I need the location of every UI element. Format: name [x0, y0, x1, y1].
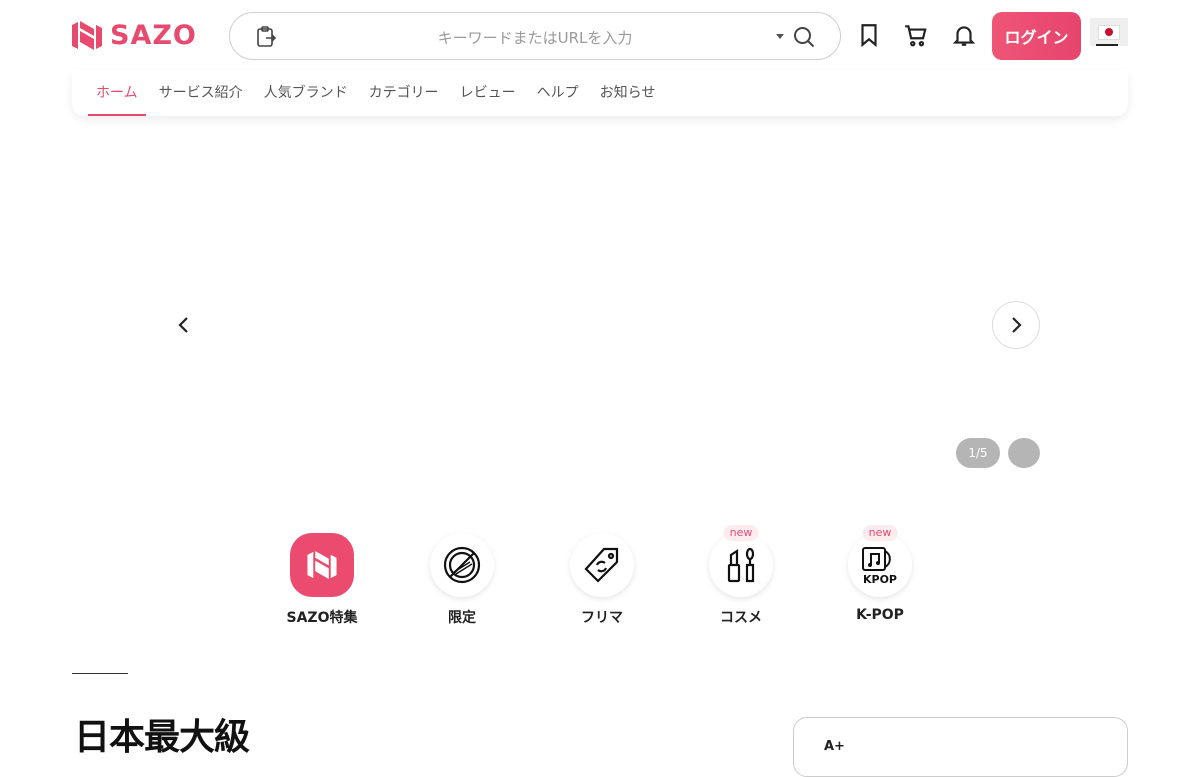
category-limited[interactable]: 限定	[412, 533, 512, 627]
kpop-icon: KPOP	[862, 547, 897, 585]
limited-icon	[443, 546, 481, 584]
nav-item-news[interactable]: お知らせ	[592, 70, 664, 116]
logo-text: SAZO	[110, 19, 197, 51]
category-label: フリマ	[581, 610, 623, 626]
cart-icon[interactable]	[903, 22, 929, 48]
section-divider	[72, 673, 128, 674]
carousel-pager: 1/5	[956, 438, 1000, 468]
category-label: K-POP	[856, 607, 904, 623]
nav-item-help[interactable]: ヘルプ	[529, 70, 587, 116]
category-sazo[interactable]: SAZO特集	[272, 533, 372, 627]
svg-text:KPOP: KPOP	[863, 573, 897, 585]
carousel-prev-button[interactable]	[170, 310, 198, 340]
side-card[interactable]: A+	[793, 717, 1128, 777]
carousel-next-button[interactable]	[992, 301, 1040, 349]
main-nav: ホーム サービス紹介 人気ブランド カテゴリー レビュー ヘルプ お知らせ	[72, 70, 1128, 116]
nav-item-review[interactable]: レビュー	[452, 70, 524, 116]
category-cosme[interactable]: new コスメ	[691, 525, 791, 627]
category-fleamarket-circle	[570, 533, 634, 597]
category-label: SAZO特集	[286, 610, 358, 626]
side-card-text: A+	[824, 739, 845, 754]
tag-icon	[584, 547, 619, 583]
logo[interactable]: SAZO	[72, 18, 197, 52]
search-bar[interactable]: キーワードまたはURLを入力	[229, 12, 841, 60]
chevron-right-icon	[1012, 317, 1022, 333]
japan-flag-icon	[1098, 24, 1120, 40]
new-badge: new	[723, 525, 759, 541]
bell-icon[interactable]	[951, 22, 977, 48]
new-badge: new	[862, 525, 898, 541]
carousel-pause-button[interactable]	[1008, 438, 1040, 468]
login-button[interactable]: ログイン	[992, 12, 1081, 60]
category-label: コスメ	[720, 610, 762, 626]
nav-item-service[interactable]: サービス紹介	[151, 70, 251, 116]
nav-item-home[interactable]: ホーム	[88, 70, 146, 116]
search-icon[interactable]	[792, 25, 816, 49]
category-limited-circle	[430, 533, 494, 597]
section-heading: 日本最大級	[74, 717, 250, 758]
category-sazo-circle	[290, 533, 354, 597]
search-input[interactable]: キーワードまたはURLを入力	[230, 27, 840, 48]
category-kpop-circle: new KPOP	[848, 525, 912, 597]
language-selector[interactable]	[1090, 18, 1128, 46]
chevron-left-icon	[178, 317, 188, 333]
category-cosme-circle: new	[709, 525, 773, 597]
nav-item-category[interactable]: カテゴリー	[361, 70, 447, 116]
sazo-logo-icon	[307, 550, 337, 580]
category-fleamarket[interactable]: フリマ	[552, 533, 652, 627]
bookmark-icon[interactable]	[856, 22, 882, 48]
nav-item-brands[interactable]: 人気ブランド	[256, 70, 356, 116]
dropdown-caret-icon[interactable]	[776, 34, 784, 39]
sazo-logo-icon	[72, 20, 102, 50]
flag-underline	[1096, 44, 1118, 46]
category-label: 限定	[448, 610, 476, 626]
cosmetics-icon	[727, 547, 755, 583]
category-kpop[interactable]: new KPOP K-POP	[830, 525, 930, 623]
